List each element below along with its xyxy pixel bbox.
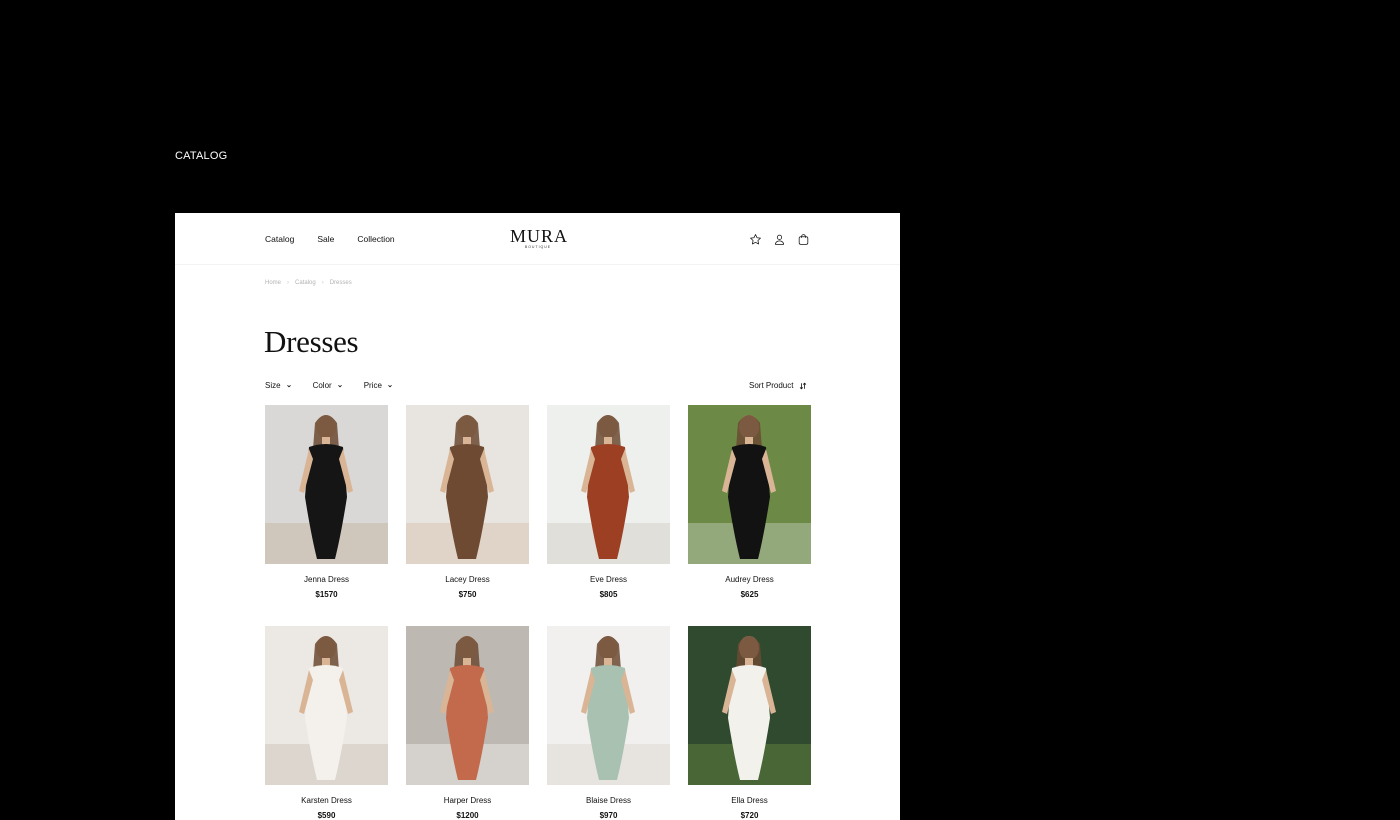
logo-wordmark: MURA <box>510 226 569 246</box>
chevron-down-icon <box>388 384 392 387</box>
nav-collection[interactable]: Collection <box>357 234 394 244</box>
product-card[interactable]: Audrey Dress $625 <box>688 405 811 599</box>
sort-label: Sort Product <box>749 381 794 390</box>
nav-sale[interactable]: Sale <box>317 234 334 244</box>
main-nav: Catalog Sale Collection <box>265 234 395 244</box>
filter-price[interactable]: Price <box>364 381 393 390</box>
product-name[interactable]: Harper Dress <box>406 796 529 805</box>
product-card[interactable]: Ella Dress $720 <box>688 626 811 820</box>
breadcrumb-catalog[interactable]: Catalog <box>295 280 316 286</box>
product-name[interactable]: Jenna Dress <box>265 575 388 584</box>
site-header: Catalog Sale Collection MURA BOUTIQUE <box>175 213 900 265</box>
breadcrumb-dresses[interactable]: Dresses <box>330 280 352 286</box>
user-icon[interactable] <box>772 232 786 246</box>
product-name[interactable]: Karsten Dress <box>265 796 388 805</box>
product-card[interactable]: Karsten Dress $590 <box>265 626 388 820</box>
product-name[interactable]: Ella Dress <box>688 796 811 805</box>
product-price: $590 <box>317 811 336 820</box>
section-label: CATALOG <box>175 150 228 162</box>
breadcrumb-home[interactable]: Home <box>265 280 281 286</box>
product-image[interactable] <box>547 626 670 785</box>
page-title: Dresses <box>264 324 359 359</box>
product-card[interactable]: Lacey Dress $750 <box>406 405 529 599</box>
product-price: $805 <box>599 590 618 599</box>
brand-logo[interactable]: MURA BOUTIQUE <box>510 226 569 250</box>
product-price: $750 <box>458 590 477 599</box>
filter-color[interactable]: Color <box>313 381 343 390</box>
breadcrumb: Home › Catalog › Dresses <box>265 280 352 286</box>
header-actions <box>748 232 810 246</box>
product-price: $970 <box>599 811 618 820</box>
product-card[interactable]: Blaise Dress $970 <box>547 626 670 820</box>
filter-price-label: Price <box>363 381 382 390</box>
filter-color-label: Color <box>312 381 332 390</box>
product-price: $1570 <box>315 590 338 599</box>
product-image[interactable] <box>265 405 388 564</box>
product-grid: Jenna Dress $1570 Lacey Dress $750 Eve Dress… <box>265 405 811 820</box>
shop-page: Catalog Sale Collection MURA BOUTIQUE Ho… <box>175 213 900 820</box>
chevron-down-icon <box>337 384 342 387</box>
product-card[interactable]: Jenna Dress $1570 <box>265 405 388 599</box>
product-name[interactable]: Lacey Dress <box>406 575 529 584</box>
nav-catalog[interactable]: Catalog <box>265 234 294 244</box>
product-image[interactable] <box>406 405 529 564</box>
breadcrumb-separator-icon: › <box>321 280 324 286</box>
filter-bar: Size Color Price <box>265 381 393 390</box>
product-image[interactable] <box>265 626 388 785</box>
product-price: $720 <box>740 811 759 820</box>
filter-size-label: Size <box>265 381 281 390</box>
product-name[interactable]: Audrey Dress <box>688 575 811 584</box>
sort-icon <box>800 382 807 389</box>
product-name[interactable]: Eve Dress <box>547 575 670 584</box>
product-image[interactable] <box>688 405 811 564</box>
product-image[interactable] <box>688 626 811 785</box>
product-price: $1200 <box>456 811 479 820</box>
breadcrumb-separator-icon: › <box>287 280 290 286</box>
product-image[interactable] <box>406 626 529 785</box>
sort-button[interactable]: Sort Product <box>749 381 807 390</box>
product-name[interactable]: Blaise Dress <box>547 796 670 805</box>
bag-icon[interactable] <box>796 232 810 246</box>
filter-size[interactable]: Size <box>265 381 292 390</box>
product-price: $625 <box>740 590 759 599</box>
product-card[interactable]: Eve Dress $805 <box>547 405 670 599</box>
star-icon[interactable] <box>748 232 762 246</box>
chevron-down-icon <box>286 384 291 387</box>
product-image[interactable] <box>547 405 670 564</box>
product-card[interactable]: Harper Dress $1200 <box>406 626 529 820</box>
